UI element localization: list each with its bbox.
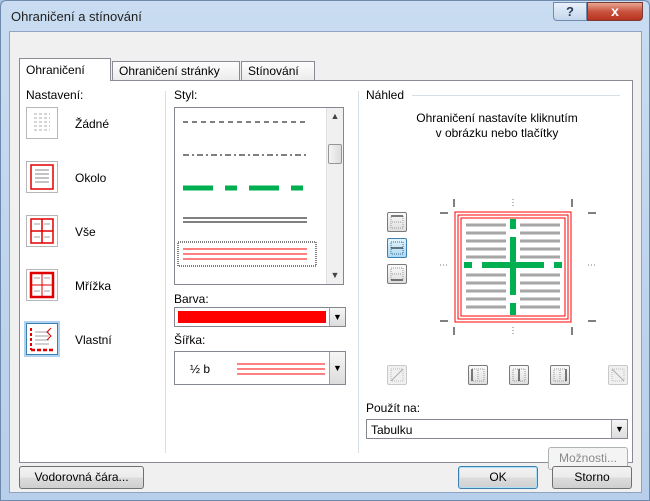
setting-none-label[interactable]: Žádné: [75, 117, 109, 131]
separator-right: [358, 91, 359, 453]
border-none-icon[interactable]: [26, 107, 58, 139]
apply-to-select[interactable]: Tabulku ▼: [366, 419, 628, 439]
help-button[interactable]: ?: [553, 2, 587, 21]
border-custom-icon[interactable]: [26, 323, 58, 355]
scroll-thumb[interactable]: [328, 144, 342, 164]
border-all-icon[interactable]: [26, 215, 58, 247]
preview-hint-line2: v obrázku nebo tlačítky: [435, 126, 559, 140]
setting-box-label[interactable]: Okolo: [75, 171, 106, 185]
chevron-down-icon[interactable]: ▼: [611, 420, 627, 438]
setting-custom-label[interactable]: Vlastní: [75, 333, 112, 347]
tab-shading[interactable]: Stínování: [241, 61, 315, 80]
preview-hint-line1: Ohraničení nastavíte kliknutím: [416, 111, 578, 125]
border-inside-horizontal-icon[interactable]: [387, 238, 407, 258]
tab-page-border[interactable]: Ohraničení stránky: [112, 61, 240, 80]
chevron-down-icon[interactable]: ▼: [329, 308, 345, 326]
width-value: ½ b: [190, 362, 211, 376]
close-button[interactable]: x: [587, 2, 643, 21]
style-scrollbar[interactable]: ▲ ▼: [326, 108, 343, 284]
border-right-icon[interactable]: [550, 365, 570, 385]
border-grid-icon[interactable]: [26, 269, 58, 301]
apply-to-heading: Použít na:: [366, 401, 421, 415]
window-title: Ohraničení a stínování: [11, 9, 142, 24]
separator-left: [165, 91, 166, 453]
line-style-list[interactable]: ▲ ▼: [174, 107, 344, 285]
setting-grid-label[interactable]: Mřížka: [75, 279, 111, 293]
apply-to-value: Tabulku: [371, 423, 413, 437]
borders-panel: Nastavení: Žádné Okolo Vše Mřížka Vlastn…: [19, 80, 633, 470]
title-bar[interactable]: Ohraničení a stínování ? x: [1, 1, 649, 31]
border-box-icon[interactable]: [26, 161, 58, 193]
dialog-window: Ohraničení a stínování ? x Ohraničení Oh…: [0, 0, 650, 501]
setting-all-label[interactable]: Vše: [75, 225, 96, 239]
border-diagonal-up-icon[interactable]: [387, 365, 407, 385]
style-heading: Styl:: [174, 88, 198, 102]
border-diagonal-down-icon[interactable]: [608, 365, 628, 385]
scroll-up-icon[interactable]: ▲: [327, 108, 343, 125]
width-heading: Šířka:: [174, 333, 206, 347]
border-preview[interactable]: [440, 199, 596, 335]
color-picker[interactable]: ▼: [174, 307, 346, 327]
tab-borders[interactable]: Ohraničení: [19, 58, 111, 81]
preview-heading: Náhled: [366, 88, 405, 102]
color-swatch: [178, 311, 326, 323]
border-top-icon[interactable]: [387, 212, 407, 232]
cancel-button[interactable]: Storno: [552, 466, 632, 489]
width-picker[interactable]: ½ b ▼: [174, 351, 346, 385]
horizontal-line-button[interactable]: Vodorovná čára...: [19, 466, 144, 489]
border-left-icon[interactable]: [468, 365, 488, 385]
dialog-client: Ohraničení Ohraničení stránky Stínování …: [9, 31, 642, 493]
color-heading: Barva:: [174, 292, 209, 306]
chevron-down-icon[interactable]: ▼: [329, 352, 345, 384]
ok-button[interactable]: OK: [458, 466, 538, 489]
scroll-down-icon[interactable]: ▼: [327, 267, 343, 284]
settings-heading: Nastavení:: [26, 88, 84, 102]
border-inside-vertical-icon[interactable]: [509, 365, 529, 385]
border-bottom-icon[interactable]: [387, 264, 407, 284]
preview-heading-rule: [412, 95, 620, 96]
